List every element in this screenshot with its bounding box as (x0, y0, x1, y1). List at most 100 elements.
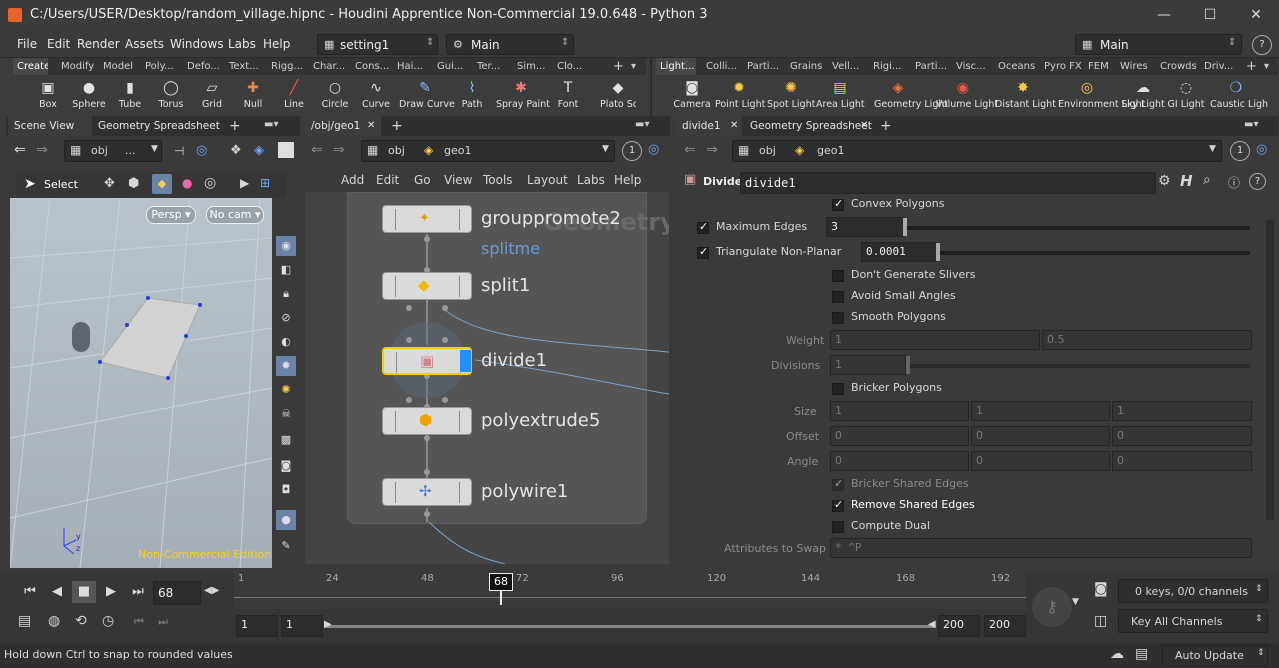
playback-start-field[interactable]: 1 (281, 615, 323, 637)
layout-icon[interactable]: ⊞ (260, 176, 270, 190)
playhead-marker[interactable]: 68 (489, 573, 513, 591)
tool-gi-light[interactable]: ◌ GI Light (1162, 78, 1210, 116)
close-tab-icon[interactable]: ✕ (730, 116, 738, 136)
compute-dual-checkbox[interactable] (832, 521, 844, 533)
end-frame-field[interactable]: 200 (984, 615, 1026, 637)
range-end-handle[interactable]: ◀ (928, 619, 936, 630)
weight-field-1[interactable]: 1 (830, 330, 1040, 350)
forward-arrow-icon[interactable]: ⇒ (706, 142, 718, 158)
camera-view-icon[interactable]: ◙ (276, 456, 296, 476)
info-icon[interactable]: ⓘ (1228, 174, 1240, 191)
next-key-icon[interactable]: ⏭ (158, 615, 168, 629)
close-button[interactable]: ✕ (1233, 0, 1279, 31)
minimize-button[interactable]: — (1141, 0, 1187, 31)
avoid-small-angles-checkbox[interactable] (832, 291, 844, 303)
shelf-tab[interactable]: Modify (57, 58, 99, 75)
menu-file[interactable]: File (17, 37, 37, 51)
time-ruler[interactable]: 1 24 48 72 96 120 144 168 192 68 (234, 573, 1026, 609)
loop-icon[interactable]: ⟲ (75, 613, 87, 629)
pane-menu-icon[interactable]: ▬▾ (635, 119, 649, 130)
forward-arrow-icon[interactable]: ⇒ (333, 142, 345, 158)
light-bulb-icon[interactable]: ✺ (276, 380, 296, 400)
menu-help[interactable]: Help (263, 37, 290, 51)
tool-sky-light[interactable]: ☁ Sky Light (1119, 78, 1167, 116)
target-icon[interactable]: ◎ (196, 143, 207, 158)
keys-channels-dropdown[interactable]: 0 keys, 0/0 channels ⇕ (1118, 579, 1268, 603)
ghost-icon[interactable]: ◧ (276, 260, 296, 280)
node-divide1[interactable]: ▣ (382, 347, 472, 375)
pane-menu-icon[interactable]: ▬▾ (1244, 119, 1258, 130)
shading-icon[interactable]: ◈ (254, 143, 264, 158)
jump-start-button[interactable]: ⏮ (18, 581, 42, 603)
close-tab-icon[interactable]: ✕ (860, 116, 868, 136)
tool-platonic[interactable]: ◆Plato Soli (600, 78, 636, 116)
points-icon[interactable]: ● (182, 176, 192, 190)
attributes-swap-field[interactable]: * ^P (830, 538, 1252, 558)
shelf-tab[interactable]: Rigi... (869, 58, 909, 75)
slider-handle[interactable] (936, 243, 940, 261)
net-menu-edit[interactable]: Edit (376, 173, 399, 187)
shelf-tab[interactable]: FEM (1084, 58, 1114, 75)
play-button[interactable]: ▶ (99, 581, 123, 603)
net-menu-help[interactable]: Help (614, 173, 641, 187)
audio-icon[interactable]: ◍ (48, 613, 60, 629)
forward-arrow-icon[interactable]: ⇒ (36, 142, 48, 158)
tool-path[interactable]: ⌇ Path (448, 78, 496, 116)
jump-end-button[interactable]: ⏭ (126, 581, 150, 603)
maximize-button[interactable]: ☐ (1187, 0, 1233, 31)
shelf-tab[interactable]: Driv... (1200, 58, 1240, 75)
snap-icon[interactable]: ◎ (204, 175, 216, 191)
convex-polygons-checkbox[interactable] (832, 197, 844, 211)
tool-volume-light[interactable]: ◉ Volume Light (936, 78, 998, 116)
key-all-channels-dropdown[interactable]: Key All Channels ⇕ (1118, 609, 1268, 633)
desktop-dropdown[interactable]: ▦ setting1 ⇕ (317, 34, 438, 55)
target-icon[interactable]: ◎ (648, 142, 659, 157)
playback-end-field[interactable]: 200 (938, 615, 980, 637)
shelf-tab[interactable]: Oceans (994, 58, 1042, 75)
menu-assets[interactable]: Assets (125, 37, 164, 51)
triangulate-slider[interactable] (938, 251, 1250, 255)
node-split1[interactable]: ◆ (382, 272, 472, 300)
prev-key-icon[interactable]: ⏮ (134, 615, 144, 629)
camera-button[interactable]: No cam ▾ (206, 206, 264, 224)
play-icon[interactable]: ▶ (240, 176, 249, 190)
shelf-tab[interactable]: Char... (309, 58, 351, 75)
shelf-tab[interactable]: Cons... (351, 58, 393, 75)
stop-button[interactable]: ■ (72, 581, 96, 603)
close-tab-icon[interactable]: ✕ (367, 116, 375, 136)
add-tab-icon[interactable]: + (391, 118, 403, 134)
chevron-down-icon[interactable]: ▼ (1072, 597, 1079, 607)
menu-windows[interactable]: Windows (170, 37, 224, 51)
menu-labs[interactable]: Labs (228, 37, 256, 51)
shelf-tab[interactable]: Text... (225, 58, 267, 75)
size-field-1[interactable]: 1 (830, 401, 969, 421)
tool-spray-paint[interactable]: ✱ Spray Paint (496, 78, 550, 116)
light-icon[interactable]: ✹ (276, 356, 296, 376)
tab-geometry-spreadsheet[interactable]: Geometry Spreadsheet ✕ (744, 116, 872, 136)
tool-caustic-light[interactable]: ❍ Caustic Ligh (1210, 78, 1268, 116)
display-options-icon[interactable]: ◉ (276, 236, 296, 256)
tool-draw-curve[interactable]: ✎ Draw Curve (399, 78, 455, 116)
shelf-tab[interactable]: Poly... (141, 58, 183, 75)
pen-icon[interactable]: ✎ (276, 536, 296, 556)
shelf-tab[interactable]: Vell... (828, 58, 868, 75)
background-toggle-icon[interactable] (278, 142, 294, 158)
shelf-tab[interactable]: Create (13, 58, 48, 75)
net-menu-layout[interactable]: Layout (527, 173, 568, 187)
shelf-tab[interactable]: Wires (1116, 58, 1154, 75)
tool-area-light[interactable]: ▤ Area Light (816, 78, 865, 116)
tool-font[interactable]: T Font (544, 78, 592, 116)
shelf-tab[interactable]: Model (99, 58, 141, 75)
range-start-handle[interactable]: ▶ (324, 619, 332, 630)
pose-icon[interactable]: ◆ (152, 174, 172, 194)
back-arrow-icon[interactable]: ⇐ (311, 142, 323, 158)
pane-link-button[interactable]: 1 (1230, 141, 1250, 161)
net-menu-view[interactable]: View (444, 173, 472, 187)
slider-handle[interactable] (903, 218, 907, 236)
shelf-tab[interactable]: Visc... (952, 58, 992, 75)
node-polywire1[interactable]: ✢ (382, 478, 472, 506)
shelf-tab[interactable]: Sim... (513, 58, 553, 75)
net-menu-labs[interactable]: Labs (577, 173, 605, 187)
help-icon[interactable]: ? (1249, 173, 1266, 190)
tab-obj-geo1[interactable]: /obj/geo1 ✕ (305, 116, 381, 136)
